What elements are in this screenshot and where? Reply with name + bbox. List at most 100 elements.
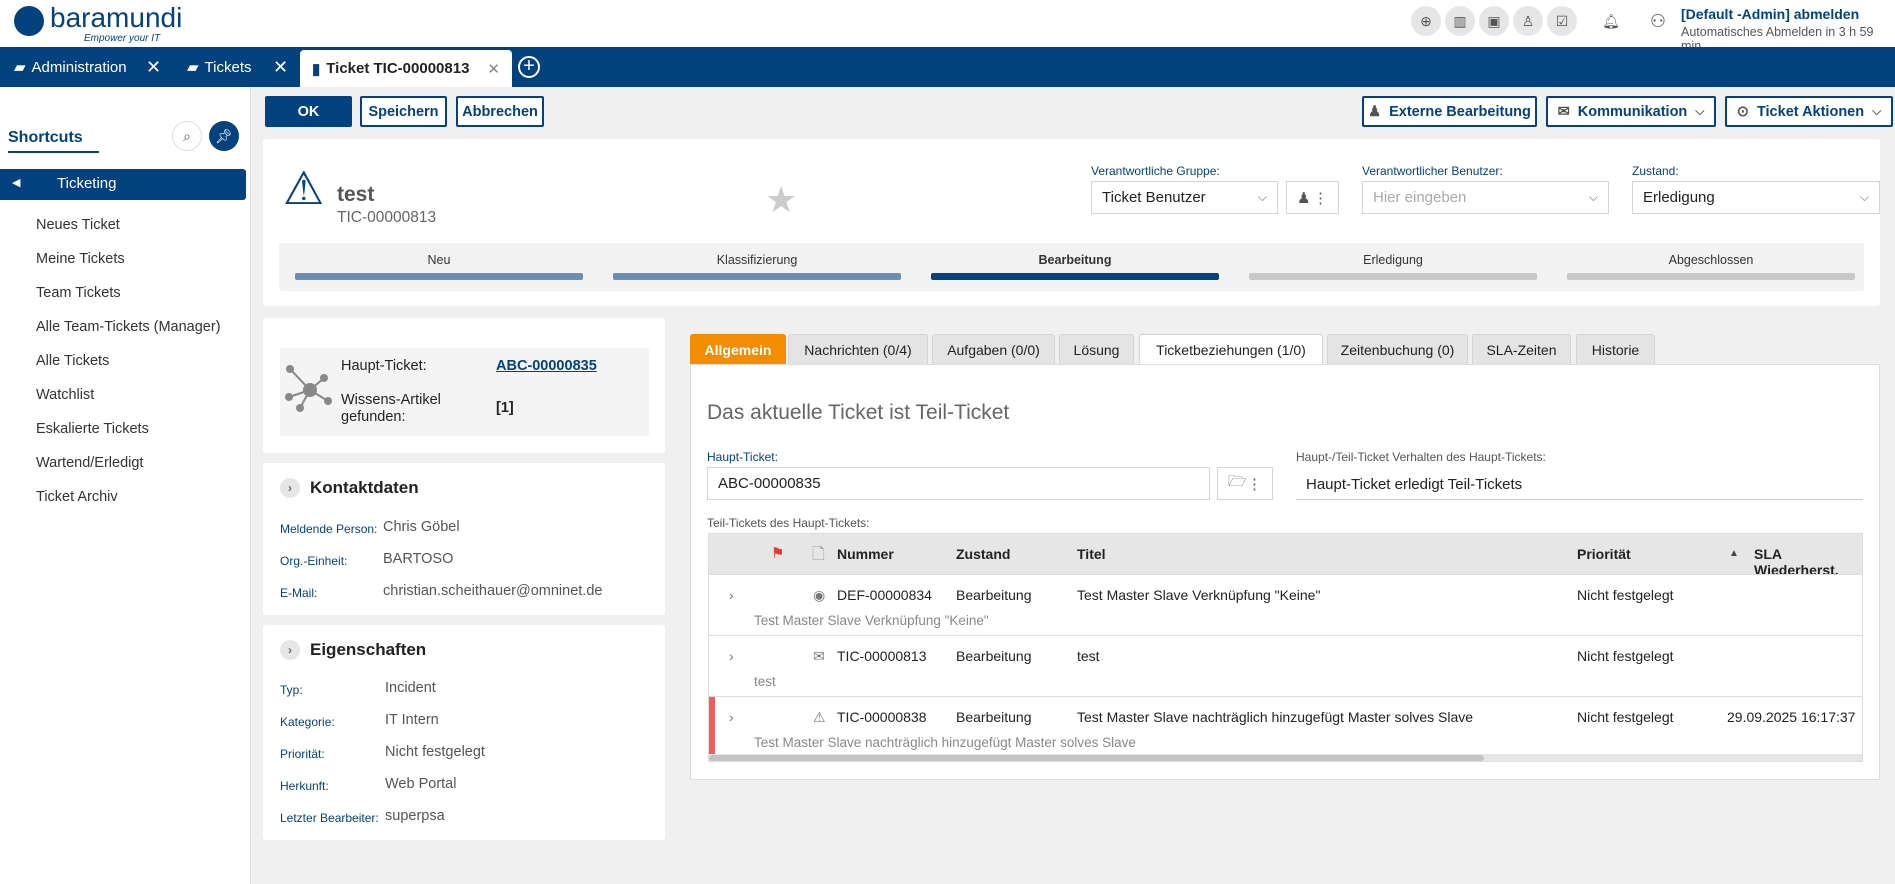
sidebar-item[interactable]: Wartend/Erledigt [36, 455, 143, 471]
expand-chevron-icon[interactable]: › [729, 648, 734, 664]
close-tab-tickets[interactable]: ✕ [273, 47, 288, 87]
stage-progress: Neu Klassifizierung Bearbeitung Erledigung A… [279, 243, 1864, 291]
button-label: Externe Bearbeitung [1389, 103, 1531, 120]
cell-title: test [1077, 648, 1100, 664]
cancel-button[interactable]: Abbrechen [456, 96, 544, 127]
presentation-icon[interactable]: ▣ [1479, 6, 1509, 36]
stage-label: Klassifizierung [716, 253, 798, 267]
star-icon[interactable]: ★ [765, 179, 797, 221]
sidebar-item[interactable]: Watchlist [36, 387, 94, 403]
chart-icon[interactable]: ▥ [1445, 6, 1475, 36]
expand-chevron-icon[interactable]: › [729, 709, 734, 725]
scrollbar-thumb[interactable] [709, 755, 1484, 761]
ticket-header-card: ⚠ test TIC-00000813 ★ Verantwortliche Gr… [263, 139, 1880, 306]
column-header-prioritaet[interactable]: Priorität [1577, 546, 1631, 562]
cell-priority: Nicht festgelegt [1577, 648, 1674, 664]
tab-tickets[interactable]: ▰ Tickets [187, 47, 252, 87]
cell-state: Bearbeitung [956, 648, 1032, 664]
communication-button[interactable]: ✉ Kommunikation ⌵ [1546, 96, 1716, 127]
ticket-actions-button[interactable]: ⊙ Ticket Aktionen ⌵ [1725, 96, 1893, 127]
cell-state: Bearbeitung [956, 587, 1032, 603]
bell-icon[interactable]: 🔔︎ [1596, 6, 1626, 36]
search-icon[interactable]: ⌕ [172, 121, 202, 151]
sidebar-item[interactable]: Team Tickets [36, 285, 121, 301]
cell-sla: 29.09.2025 16:17:37 [1727, 709, 1856, 725]
main-ticket-link[interactable]: ABC-00000835 [496, 358, 597, 374]
tab-administration[interactable]: ▰ Administration [14, 47, 127, 87]
table-row[interactable]: › ✉ TIC-00000813 Bearbeitung test Nicht festg… [709, 635, 1862, 696]
panel-tab[interactable]: SLA-Zeiten [1472, 334, 1571, 364]
sort-asc-icon: ▲ [1729, 548, 1739, 559]
ok-button[interactable]: OK [265, 96, 352, 127]
envelope-icon: ✉ [1557, 103, 1570, 120]
horizontal-scrollbar[interactable] [709, 754, 1862, 761]
field-label: Meldende Person: [280, 522, 378, 536]
field-value: Nicht festgelegt [385, 744, 485, 760]
panel-tab[interactable]: Ticketbeziehungen (1/0) [1139, 334, 1323, 365]
sidebar-item[interactable]: Alle Tickets [36, 353, 109, 369]
cell-number[interactable]: TIC-00000838 [837, 709, 927, 725]
group-select[interactable]: Ticket Benutzer ⌵ [1091, 181, 1278, 214]
main-ticket-value: ABC-00000835 [718, 475, 821, 492]
chevron-right-icon: › [280, 640, 300, 660]
panel-tab[interactable]: Zeitenbuchung (0) [1327, 334, 1468, 364]
sidebar-item[interactable]: Meine Tickets [36, 251, 125, 267]
group-label: Ticketing [57, 175, 117, 192]
sidebar-item[interactable]: Neues Ticket [36, 217, 120, 233]
field-value: Web Portal [385, 776, 457, 792]
sidebar-item[interactable]: Alle Team-Tickets (Manager) [36, 319, 221, 335]
field-label: Org.-Einheit: [280, 554, 348, 568]
tab-ticket-tic-00000813[interactable]: ▮ Ticket TIC-00000813 ✕ [300, 50, 512, 87]
cell-number[interactable]: DEF-00000834 [837, 587, 932, 603]
stage-bar [1567, 273, 1855, 280]
cell-number[interactable]: TIC-00000813 [837, 648, 927, 664]
pin-icon[interactable]: 📌︎ [209, 121, 239, 151]
panel-tab[interactable]: Historie [1576, 334, 1655, 364]
properties-section-toggle[interactable]: › Eigenschaften [280, 640, 426, 660]
state-select[interactable]: Erledigung ⌵ [1632, 181, 1880, 214]
contact-section-toggle[interactable]: › Kontaktdaten [280, 478, 419, 498]
panel-tab[interactable]: Lösung [1059, 334, 1134, 364]
save-button[interactable]: Speichern [360, 96, 447, 127]
document-icon: ▮ [312, 60, 321, 78]
user-icon[interactable]: ⚇ [1643, 6, 1673, 36]
external-edit-button[interactable]: ♟ Externe Bearbeitung [1362, 96, 1537, 127]
close-tab-administration[interactable]: ✕ [146, 47, 161, 87]
logout-link[interactable]: [Default -Admin] abmelden [1681, 6, 1859, 22]
behavior-value[interactable]: Haupt-Ticket erledigt Teil-Tickets [1296, 467, 1863, 500]
sidebar-item[interactable]: Ticket Archiv [36, 489, 118, 505]
field-label: Herkunft: [280, 779, 329, 793]
clipboard-check-icon[interactable]: ☑ [1547, 6, 1577, 36]
column-header-zustand[interactable]: Zustand [956, 546, 1010, 562]
panel-tab[interactable]: Aufgaben (0/0) [932, 334, 1055, 364]
expand-chevron-icon[interactable]: › [729, 587, 734, 603]
sidebar-item[interactable]: Eskalierte Tickets [36, 421, 149, 437]
field-value: christian.scheithauer@omninet.de [383, 583, 603, 599]
hierarchy-icon[interactable]: ♙ [1513, 6, 1543, 36]
state-label: Zustand: [1632, 164, 1679, 178]
table-row[interactable]: › ⚠ TIC-00000838 Bearbeitung Test Master Sla… [709, 696, 1862, 754]
chevron-down-icon: ⌵ [1588, 190, 1598, 204]
sidebar-group-ticketing[interactable]: ◀ Ticketing [0, 169, 246, 200]
main-ticket-browse-button[interactable]: 🗁 ⋮ [1217, 467, 1273, 500]
column-header-nummer[interactable]: Nummer [837, 546, 894, 562]
panel-tab[interactable]: Allgemein [690, 334, 786, 364]
main-ticket-input[interactable]: ABC-00000835 [707, 467, 1210, 500]
more-vertical-icon: ⋮ [1247, 475, 1262, 493]
group-user-button[interactable]: ♟ ⋮ [1286, 181, 1339, 214]
user-select[interactable]: Hier eingeben ⌵ [1362, 181, 1609, 214]
contact-card: › Kontaktdaten Meldende Person: Chris Göbe… [263, 463, 665, 615]
panel-tab[interactable]: Nachrichten (0/4) [788, 334, 928, 364]
add-tab-button[interactable]: + [518, 56, 540, 78]
column-header-titel[interactable]: Titel [1077, 546, 1106, 562]
field-value: superpsa [385, 808, 445, 824]
button-label: Ticket Aktionen [1756, 103, 1865, 120]
stage-label: Neu [427, 253, 451, 267]
person-icon: ♟ [1368, 103, 1382, 120]
table-row[interactable]: › ◉ DEF-00000834 Bearbeitung Test Master Sla… [709, 574, 1862, 635]
globe-search-icon[interactable]: ⊕ [1411, 6, 1441, 36]
stage-label: Abgeschlossen [1668, 253, 1754, 267]
properties-card: › Eigenschaften Typ: Incident Kategorie: IT … [263, 625, 665, 840]
close-icon[interactable]: ✕ [487, 60, 500, 78]
kb-count[interactable]: [1] [496, 400, 514, 416]
